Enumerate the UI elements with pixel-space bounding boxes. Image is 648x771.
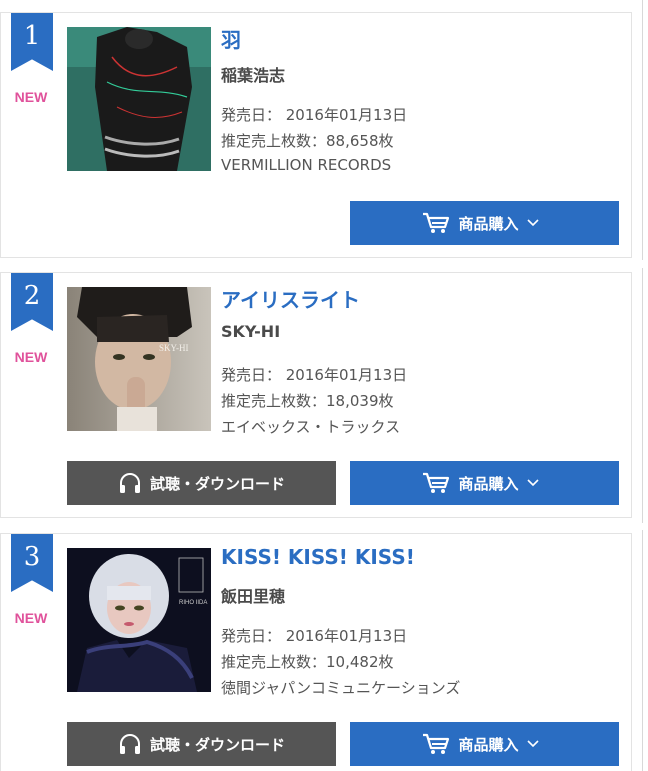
cover-text: SKY-HI	[159, 343, 189, 353]
buy-label: 商品購入	[458, 474, 519, 493]
buy-button[interactable]: 商品購入	[350, 461, 619, 505]
record-label: エイベックス・トラックス	[221, 418, 401, 436]
buy-button[interactable]: 商品購入	[350, 201, 619, 245]
headphones-icon	[119, 734, 140, 754]
album-cover[interactable]: RIHO IIDA	[67, 548, 211, 692]
listen-download-label: 試聴・ダウンロード	[149, 735, 285, 754]
artist-name[interactable]: 稲葉浩志	[221, 62, 285, 86]
song-title[interactable]: 羽	[221, 24, 241, 53]
chevron-down-icon	[526, 219, 539, 227]
song-title[interactable]: KISS! KISS! KISS!	[221, 545, 415, 569]
ranking-card-1: 1 NEW 羽 稲葉浩志 発売日： 2016年01月13日 推定売上枚数：88,…	[0, 12, 632, 258]
buy-label: 商品購入	[458, 214, 519, 233]
buy-label: 商品購入	[458, 735, 519, 754]
artist-name[interactable]: 飯田里穂	[221, 583, 285, 607]
new-badge: NEW	[14, 349, 48, 365]
song-title[interactable]: アイリスライト	[221, 284, 360, 313]
record-label: VERMILLION RECORDS	[221, 156, 392, 174]
sales-count: 推定売上枚数：10,482枚	[221, 653, 394, 671]
rank-badge: 2	[11, 273, 53, 331]
listen-download-label: 試聴・ダウンロード	[149, 474, 285, 493]
rank-badge: 1	[11, 13, 53, 71]
artist-name[interactable]: SKY-HI	[221, 322, 280, 341]
divider	[642, 268, 643, 523]
release-date: 発売日： 2016年01月13日	[221, 106, 408, 124]
buy-button[interactable]: 商品購入	[350, 722, 619, 766]
listen-download-button[interactable]: 試聴・ダウンロード	[67, 722, 336, 766]
divider	[642, 530, 643, 771]
cart-icon	[423, 472, 450, 493]
sales-count: 推定売上枚数：18,039枚	[221, 392, 394, 410]
album-cover[interactable]: SKY-HI	[67, 287, 211, 431]
sales-count: 推定売上枚数：88,658枚	[221, 132, 394, 150]
release-date: 発売日： 2016年01月13日	[221, 366, 408, 384]
cart-icon	[423, 212, 450, 233]
cover-text: RIHO IIDA	[179, 600, 207, 606]
cart-icon	[423, 733, 450, 754]
chevron-down-icon	[526, 479, 539, 487]
new-badge: NEW	[14, 89, 48, 105]
rank-badge: 3	[11, 534, 53, 592]
chevron-down-icon	[526, 740, 539, 748]
record-label: 徳間ジャパンコミュニケーションズ	[221, 679, 461, 697]
divider	[642, 0, 643, 260]
new-badge: NEW	[14, 610, 48, 626]
headphones-icon	[119, 473, 140, 493]
release-date: 発売日： 2016年01月13日	[221, 627, 408, 645]
listen-download-button[interactable]: 試聴・ダウンロード	[67, 461, 336, 505]
ranking-card-2: 2 NEW SKY-HI アイリスライト SKY-HI 発売日： 2016年01…	[0, 272, 632, 518]
ranking-card-3: 3 NEW RIHO IIDA KISS! KISS! KISS! 飯田里穂 発…	[0, 533, 632, 771]
album-cover[interactable]	[67, 27, 211, 171]
